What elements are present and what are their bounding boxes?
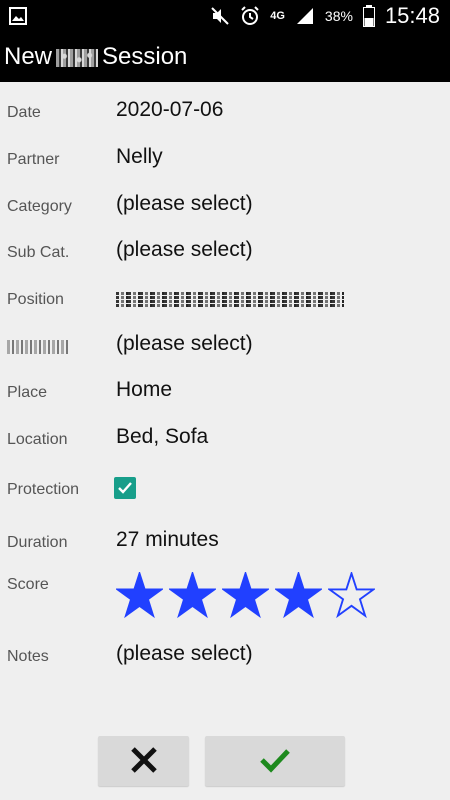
date-value[interactable]: 2020-07-06 <box>116 98 223 122</box>
row-position[interactable]: Position <box>0 275 450 321</box>
battery-percent: 38% <box>324 8 353 24</box>
star-empty-icon[interactable] <box>328 572 375 619</box>
hidden-field-label-redacted <box>7 340 69 359</box>
redacted-title-word <box>56 48 99 67</box>
row-notes[interactable]: Notes (please select) <box>0 632 450 678</box>
score-rating[interactable] <box>116 572 375 619</box>
status-bar: 4G 38% 15:48 <box>0 0 450 32</box>
category-value[interactable]: (please select) <box>116 192 253 216</box>
score-label: Score <box>7 576 49 593</box>
title-prefix: New <box>4 43 53 70</box>
position-value-redacted[interactable] <box>116 289 344 313</box>
signal-icon <box>295 6 315 26</box>
category-label: Category <box>7 198 72 215</box>
row-partner[interactable]: Partner Nelly <box>0 135 450 181</box>
checkmark-icon <box>118 482 132 494</box>
location-value[interactable]: Bed, Sofa <box>116 425 208 449</box>
redacted-label-text <box>7 340 69 354</box>
alarm-icon <box>240 6 260 26</box>
date-label: Date <box>7 104 41 121</box>
row-place[interactable]: Place Home <box>0 368 450 414</box>
page-title: New Session <box>4 44 187 70</box>
mute-icon <box>210 6 230 26</box>
hidden-field-value[interactable]: (please select) <box>116 332 253 356</box>
check-icon <box>259 747 291 776</box>
subcat-label: Sub Cat. <box>7 244 70 261</box>
close-icon <box>129 745 159 778</box>
star-filled-icon[interactable] <box>222 572 269 619</box>
notes-label: Notes <box>7 648 49 665</box>
protection-label: Protection <box>7 481 80 498</box>
row-duration[interactable]: Duration 27 minutes <box>0 518 450 564</box>
partner-value[interactable]: Nelly <box>116 145 163 169</box>
row-hidden-field[interactable]: (please select) <box>0 322 450 368</box>
row-date[interactable]: Date 2020-07-06 <box>0 88 450 134</box>
clock: 15:48 <box>384 3 440 28</box>
partner-label: Partner <box>7 151 60 168</box>
row-category[interactable]: Category (please select) <box>0 182 450 228</box>
row-subcat[interactable]: Sub Cat. (please select) <box>0 228 450 274</box>
star-filled-icon[interactable] <box>116 572 163 619</box>
battery-icon <box>362 5 375 27</box>
network-type-label: 4G <box>270 9 285 22</box>
duration-value[interactable]: 27 minutes <box>116 528 219 552</box>
duration-label: Duration <box>7 534 68 551</box>
row-score[interactable]: Score <box>0 566 450 628</box>
gallery-notification-icon <box>8 6 28 26</box>
notes-value[interactable]: (please select) <box>116 642 253 666</box>
cancel-button[interactable] <box>98 736 189 786</box>
redacted-position-text <box>116 291 344 307</box>
place-value[interactable]: Home <box>116 378 172 402</box>
title-suffix: Session <box>102 43 188 70</box>
row-protection[interactable]: Protection <box>0 465 450 515</box>
app-bar: New Session <box>0 32 450 82</box>
row-location[interactable]: Location Bed, Sofa <box>0 415 450 461</box>
place-label: Place <box>7 384 48 401</box>
subcat-value[interactable]: (please select) <box>116 238 253 262</box>
location-label: Location <box>7 431 68 448</box>
star-filled-icon[interactable] <box>169 572 216 619</box>
save-button[interactable] <box>205 736 345 786</box>
protection-checkbox[interactable] <box>114 477 136 499</box>
position-label: Position <box>7 291 64 308</box>
star-filled-icon[interactable] <box>275 572 322 619</box>
